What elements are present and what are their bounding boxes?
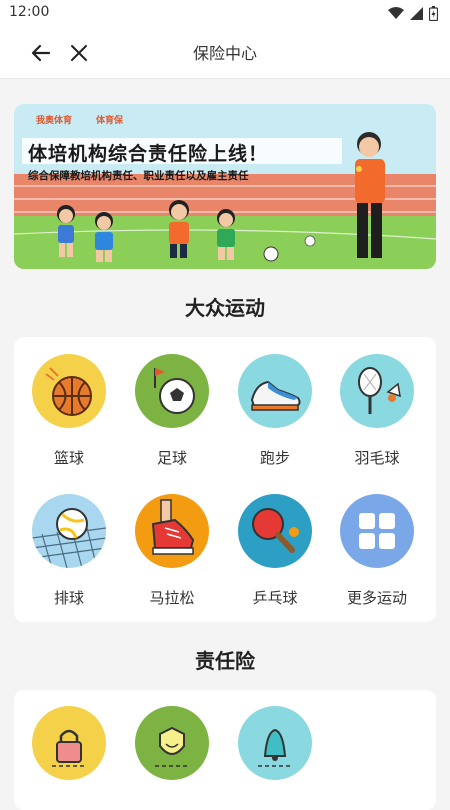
ping-pong-icon bbox=[238, 494, 312, 568]
sport-label: 跑步 bbox=[259, 449, 290, 467]
sport-tile-running[interactable]: 跑步 bbox=[228, 354, 322, 468]
sport-tile-more[interactable]: 更多运动 bbox=[330, 494, 424, 608]
marathon-shoe-icon bbox=[135, 494, 209, 568]
sport-tile-volleyball[interactable]: 排球 bbox=[22, 494, 116, 608]
sport-label: 更多运动 bbox=[346, 589, 407, 607]
more-grid-icon bbox=[340, 494, 414, 568]
sports-card: 篮球 足球 跑步 羽毛球 排球 马拉松 乒乓球 更多运动 bbox=[14, 337, 436, 622]
banner-headline: 体培机构综合责任险上线！ bbox=[28, 143, 269, 165]
running-shoe-icon bbox=[238, 354, 312, 428]
sport-tile-badminton[interactable]: 羽毛球 bbox=[330, 354, 424, 468]
sports-section-title: 大众运动 bbox=[185, 296, 265, 320]
basketball-icon bbox=[32, 354, 106, 428]
sport-tile-soccer[interactable]: 足球 bbox=[125, 354, 219, 468]
sport-tile-marathon[interactable]: 马拉松 bbox=[125, 494, 219, 608]
cellular-signal-icon bbox=[410, 6, 423, 20]
liability-card bbox=[14, 690, 436, 810]
banner-logo-1: 我奥体育 bbox=[36, 116, 73, 126]
soccer-icon bbox=[135, 354, 209, 428]
nav-bar: 保险中心 bbox=[0, 26, 450, 79]
badminton-icon bbox=[340, 354, 414, 428]
sport-label: 羽毛球 bbox=[354, 449, 400, 467]
liability-tile-lock[interactable] bbox=[22, 706, 116, 780]
sport-tile-basketball[interactable]: 篮球 bbox=[22, 354, 116, 468]
liability-section-title: 责任险 bbox=[195, 649, 255, 673]
sport-tile-ping-pong[interactable]: 乒乓球 bbox=[228, 494, 322, 608]
sport-label: 马拉松 bbox=[149, 589, 195, 607]
banner-illustration bbox=[14, 104, 436, 269]
status-time: 12:00 bbox=[9, 4, 50, 20]
page-title: 保险中心 bbox=[192, 44, 257, 63]
sport-label: 乒乓球 bbox=[252, 589, 298, 607]
sport-label: 篮球 bbox=[53, 449, 84, 467]
wifi-icon bbox=[388, 6, 404, 19]
shield-icon bbox=[135, 706, 209, 780]
liability-tile-shield[interactable] bbox=[125, 706, 219, 780]
banner-subline: 综合保障教培机构责任、职业责任以及雇主责任 bbox=[28, 170, 249, 182]
sport-label: 足球 bbox=[156, 449, 187, 467]
banner-logo-2: 体育保 bbox=[96, 116, 124, 126]
promo-banner[interactable]: 我奥体育 体育保 体培机构综合责任险上线！ 综合保障教培机构责任、职业责任以及雇… bbox=[14, 104, 436, 269]
status-bar: 12:00 bbox=[0, 0, 450, 26]
battery-icon bbox=[429, 5, 438, 21]
status-icons bbox=[388, 5, 438, 21]
bell-icon bbox=[238, 706, 312, 780]
lock-icon bbox=[32, 706, 106, 780]
liability-tile-bell[interactable] bbox=[228, 706, 322, 780]
volleyball-icon bbox=[32, 494, 106, 568]
sport-label: 排球 bbox=[53, 589, 84, 607]
